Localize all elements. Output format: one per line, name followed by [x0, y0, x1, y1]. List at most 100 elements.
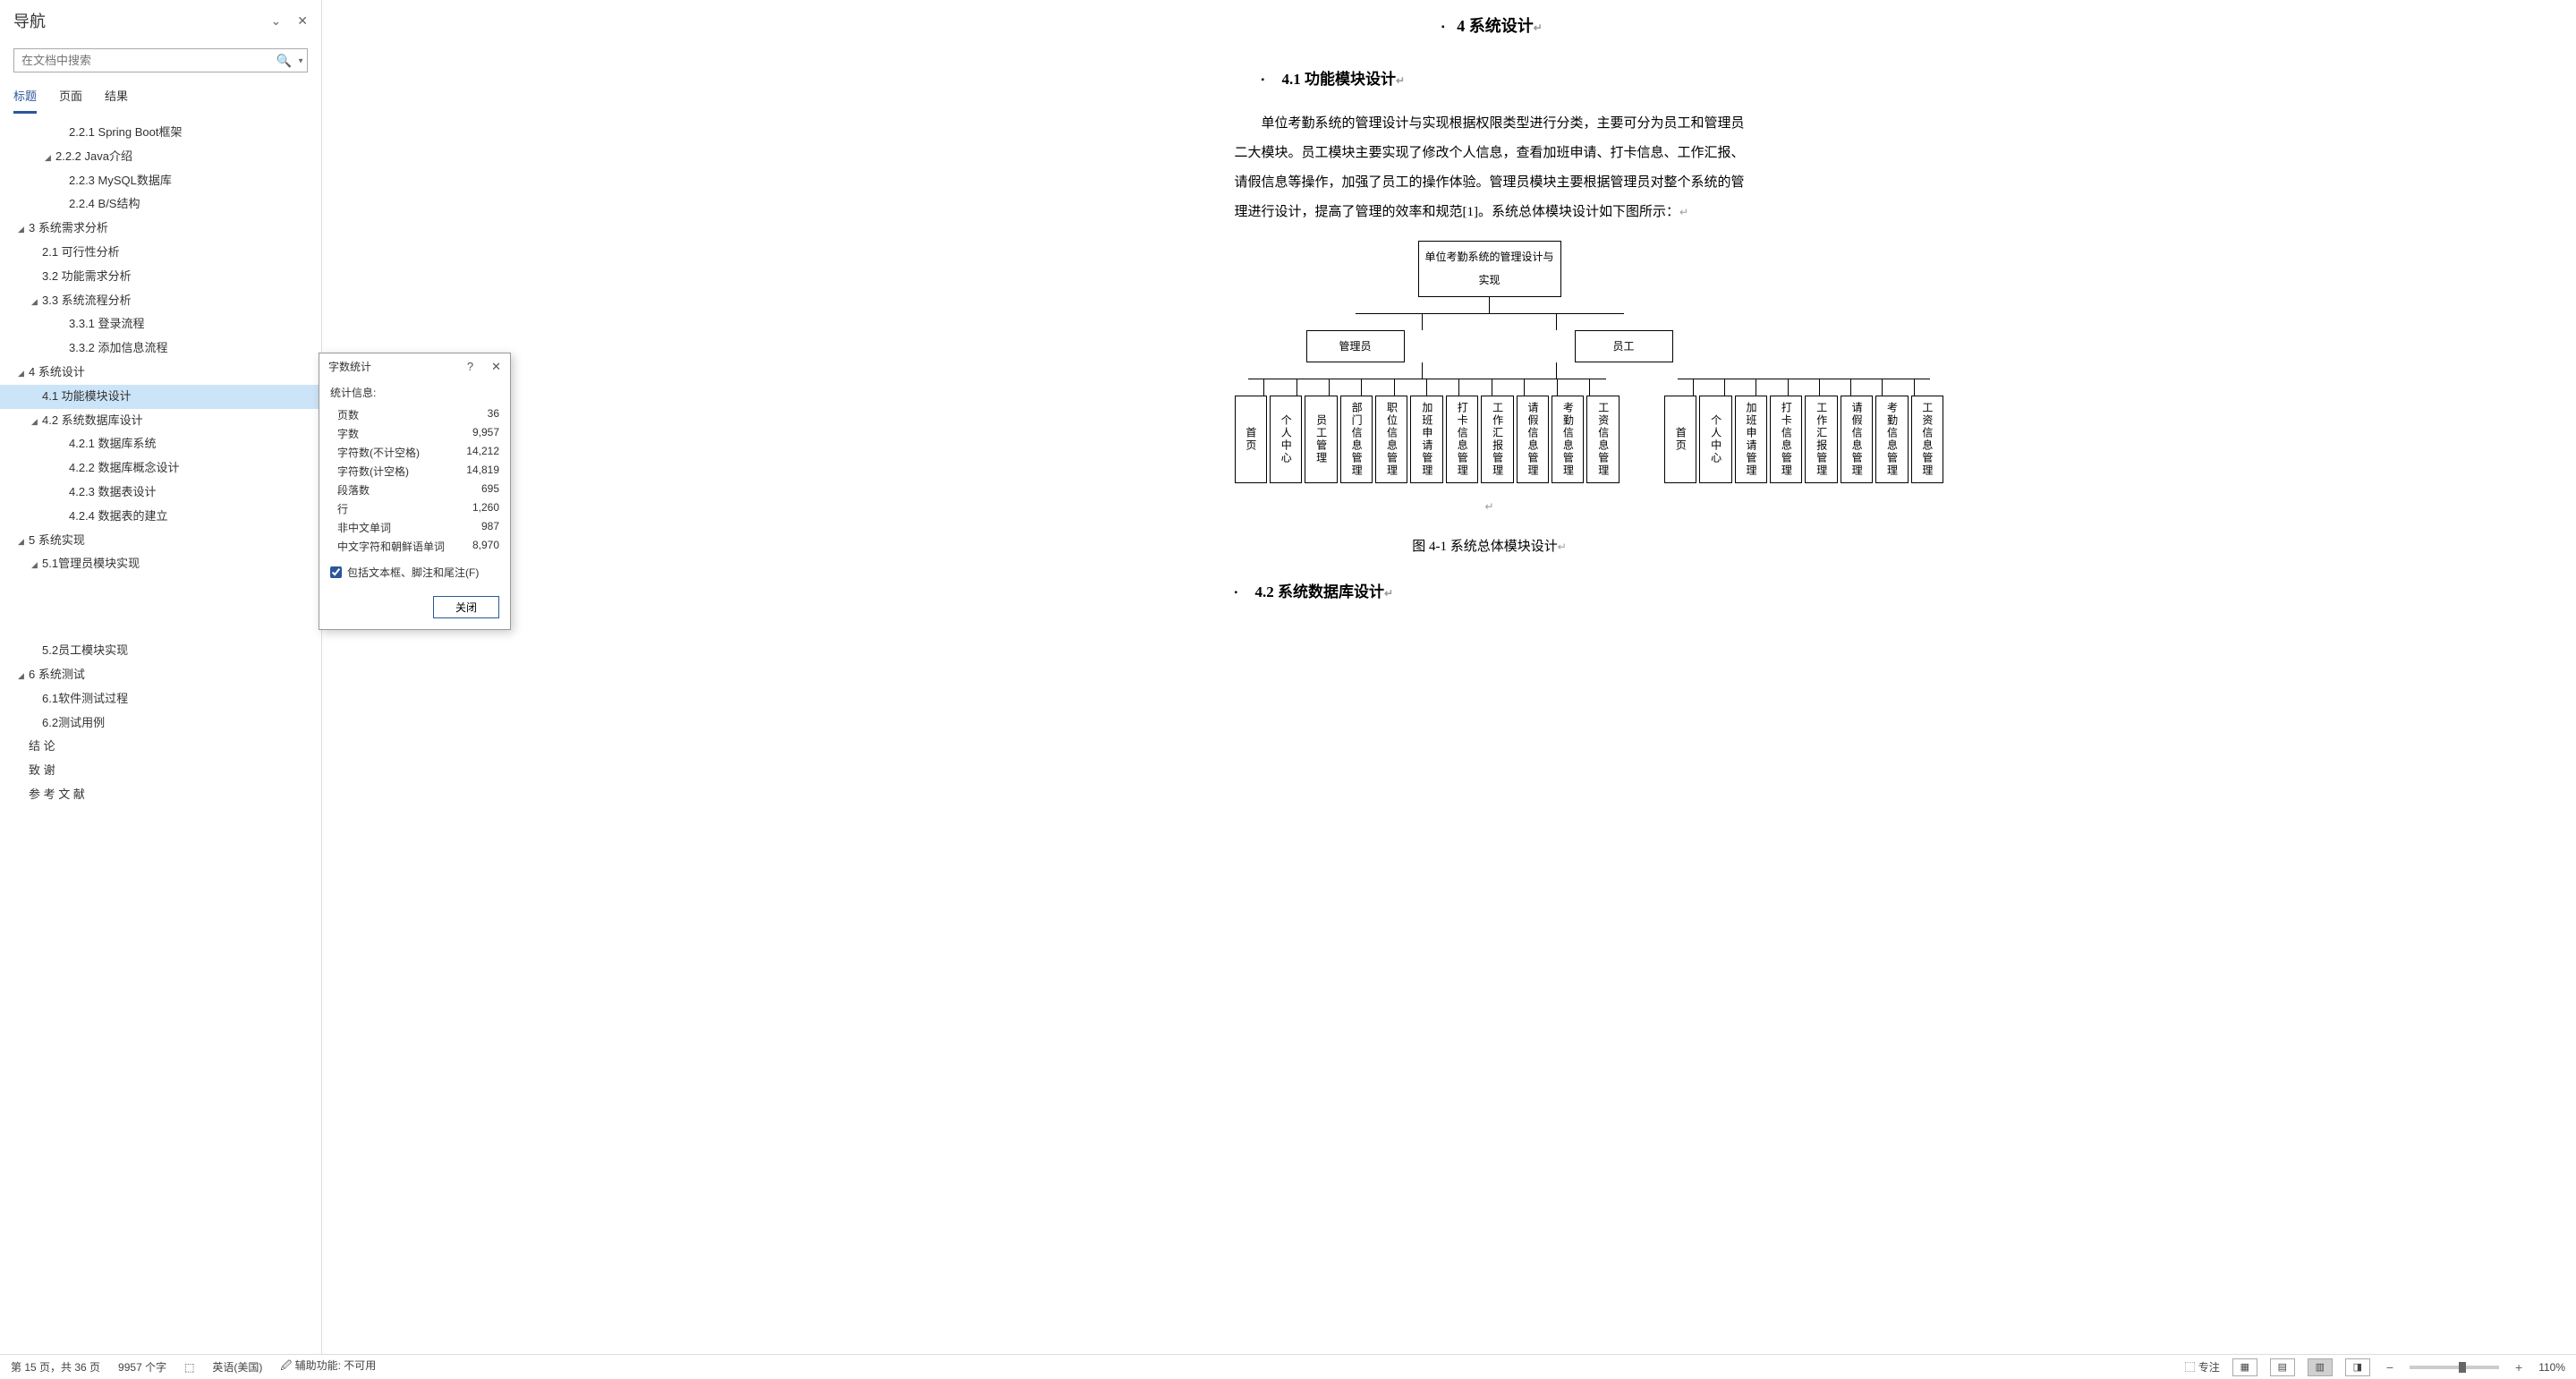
help-icon[interactable]: ? [467, 360, 473, 374]
caret-icon[interactable]: ◢ [31, 415, 42, 428]
caret-icon[interactable]: ◢ [45, 151, 55, 164]
tree-item[interactable]: ◢2.2.2 Java介绍 [0, 145, 321, 169]
tree-item-label: 3 系统需求分析 [29, 221, 108, 234]
bullet-icon: ▪ [1262, 71, 1275, 90]
tree-item[interactable]: ◢5 系统实现 [0, 529, 321, 553]
tree-item-label: 3.3 系统流程分析 [42, 294, 132, 307]
zoom-level[interactable]: 110% [2538, 1361, 2565, 1374]
tree-item-label: 6 系统测试 [29, 668, 85, 681]
tree-item[interactable]: 2.2.1 Spring Boot框架 [0, 121, 321, 145]
tree-item[interactable]: 4.2.4 数据表的建立 [0, 505, 321, 529]
tab-pages[interactable]: 页面 [59, 87, 82, 114]
tree-item[interactable]: ◢6 系统测试 [0, 663, 321, 687]
stat-value: 9,957 [472, 426, 499, 441]
tree-item[interactable]: 4.2.2 数据库概念设计 [0, 456, 321, 481]
stat-label: 字数 [337, 426, 359, 441]
tree-item[interactable]: 4.2.3 数据表设计 [0, 481, 321, 505]
org-leaf: 打卡信息管理 [1770, 396, 1802, 483]
org-leaf: 请假信息管理 [1517, 396, 1549, 483]
zoom-out-button[interactable]: − [2383, 1360, 2397, 1375]
tree-item-label: 5.1管理员模块实现 [42, 557, 140, 570]
checkbox-input[interactable] [330, 566, 342, 578]
org-admin-box: 管理员 [1306, 330, 1405, 362]
tree-item[interactable]: ◢3 系统需求分析 [0, 217, 321, 241]
close-button[interactable]: 关闭 [433, 596, 499, 618]
tree-item-label: 5.2员工模块实现 [42, 643, 128, 657]
tree-item[interactable]: 4.2.1 数据库系统 [0, 432, 321, 456]
caret-icon[interactable]: ◢ [18, 223, 29, 235]
tree-item[interactable]: ◢5.1管理员模块实现 [0, 552, 321, 576]
caret-icon[interactable]: ◢ [18, 367, 29, 379]
tree-item[interactable]: 2.2.4 B/S结构 [0, 192, 321, 217]
tree-item[interactable]: 2.2.3 MySQL数据库 [0, 169, 321, 193]
tree-item[interactable]: 结 论 [0, 735, 321, 759]
close-icon[interactable]: ✕ [297, 13, 308, 29]
tree-item[interactable]: ◢4.2 系统数据库设计 [0, 409, 321, 433]
stat-label: 字符数(计空格) [337, 464, 409, 479]
stat-row: 字符数(计空格)14,819 [330, 462, 499, 481]
tree-item-label: 2.1 可行性分析 [42, 245, 120, 259]
caret-icon[interactable]: ◢ [31, 295, 42, 308]
tree-item-label: 3.3.2 添加信息流程 [69, 341, 168, 354]
print-layout-icon[interactable]: ▤ [2270, 1358, 2295, 1376]
zoom-slider[interactable] [2410, 1366, 2499, 1369]
document-area[interactable]: ▪4 系统设计↵ ▪4.1 功能模块设计↵ 单位考勤系统的管理设计与实现根据权限… [322, 0, 2576, 1354]
caret-icon[interactable]: ◢ [18, 535, 29, 548]
status-spelling-icon[interactable]: ⬚ [184, 1361, 194, 1374]
stat-value: 36 [488, 407, 499, 422]
outline-icon[interactable]: ◨ [2345, 1358, 2370, 1376]
dialog-header[interactable]: 字数统计 ? ✕ [319, 353, 510, 379]
close-icon[interactable]: ✕ [491, 360, 501, 374]
org-leaf: 部门信息管理 [1340, 396, 1373, 483]
tree-item[interactable]: 3.3.2 添加信息流程 [0, 336, 321, 361]
stat-value: 1,260 [472, 501, 499, 516]
nav-tree[interactable]: 2.2.1 Spring Boot框架 ◢2.2.2 Java介绍2.2.3 My… [0, 114, 321, 1354]
dialog-title: 字数统计 [328, 359, 371, 374]
search-dropdown-icon[interactable]: ▼ [297, 56, 304, 64]
status-words[interactable]: 9957 个字 [118, 1359, 166, 1375]
tree-item-label: 参 考 文 献 [29, 787, 85, 801]
org-leaf: 员工管理 [1305, 396, 1337, 483]
include-textbox-checkbox[interactable]: 包括文本框、脚注和尾注(F) [330, 565, 499, 580]
status-accessibility[interactable]: 🖉 辅助功能: 不可用 [280, 1358, 376, 1376]
tree-item[interactable]: 6.1软件测试过程 [0, 687, 321, 711]
tree-item[interactable]: 2.1 可行性分析 [0, 241, 321, 265]
org-leaf: 职位信息管理 [1375, 396, 1407, 483]
chevron-down-icon[interactable]: ⌄ [271, 13, 282, 29]
stat-label: 字符数(不计空格) [337, 445, 420, 460]
tree-item[interactable]: 3.2 功能需求分析 [0, 265, 321, 289]
tree-item-label: 2.2.4 B/S结构 [69, 197, 140, 210]
search-icon[interactable]: 🔍 [276, 53, 292, 68]
tree-item[interactable]: 4.1 功能模块设计 [0, 385, 321, 409]
tree-item[interactable]: ◢3.3 系统流程分析 [0, 289, 321, 313]
search-input[interactable] [13, 48, 308, 72]
status-page[interactable]: 第 15 页，共 36 页 [11, 1359, 100, 1375]
figure-caption: 图 4-1 系统总体模块设计↵ [1235, 532, 1745, 562]
tab-results[interactable]: 结果 [105, 87, 128, 114]
tab-headings[interactable]: 标题 [13, 87, 37, 114]
paragraph: 单位考勤系统的管理设计与实现根据权限类型进行分类，主要可分为员工和管理员二大模块… [1235, 109, 1745, 227]
stat-row: 行1,260 [330, 499, 499, 518]
focus-mode-button[interactable]: ⬚ 专注 [2184, 1359, 2219, 1375]
status-language[interactable]: 英语(美国) [212, 1359, 262, 1375]
caret-icon[interactable]: ◢ [18, 669, 29, 682]
tree-item[interactable]: ◢4 系统设计 [0, 361, 321, 385]
nav-header: 导航 ⌄ ✕ [0, 0, 321, 41]
nav-search-container: 🔍 ▼ [13, 48, 308, 72]
tree-item[interactable]: 致 谢 [0, 759, 321, 783]
org-staff-leaves: 首页个人中心加班申请管理打卡信息管理工作汇报管理请假信息管理考勤信息管理工资信息… [1664, 396, 1943, 483]
tree-item[interactable]: 6.2测试用例 [0, 711, 321, 736]
stat-row: 非中文单词987 [330, 518, 499, 537]
org-leaf: 打卡信息管理 [1446, 396, 1478, 483]
tree-item[interactable]: 3.3.1 登录流程 [0, 312, 321, 336]
stat-label: 非中文单词 [337, 520, 391, 535]
tree-item[interactable]: 5.2员工模块实现 [0, 639, 321, 663]
read-mode-icon[interactable]: ▦ [2232, 1358, 2257, 1376]
web-layout-icon[interactable]: ▥ [2308, 1358, 2333, 1376]
caret-icon[interactable]: ◢ [31, 558, 42, 571]
tree-item[interactable]: 参 考 文 献 [0, 783, 321, 807]
tree-item-label: 2.2.1 Spring Boot框架 [69, 125, 182, 139]
zoom-in-button[interactable]: + [2512, 1360, 2526, 1375]
org-admin-leaves: 首页个人中心员工管理部门信息管理职位信息管理加班申请管理打卡信息管理工作汇报管理… [1235, 396, 1620, 483]
heading-1: ▪4 系统设计↵ [1235, 9, 1745, 45]
